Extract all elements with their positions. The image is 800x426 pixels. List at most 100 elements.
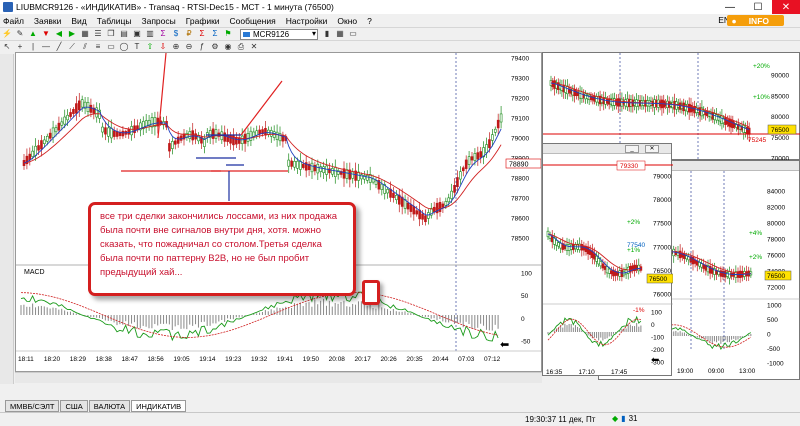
new-order-icon[interactable]: ✎	[15, 29, 25, 39]
list-icon[interactable]: ☰	[93, 29, 103, 39]
candle-body	[599, 261, 603, 267]
candle-body	[412, 206, 416, 215]
camera-icon[interactable]: ◉	[223, 42, 233, 52]
price-tick: 78600	[511, 216, 529, 223]
menu-messages[interactable]: Сообщения	[230, 16, 276, 26]
delete-icon[interactable]: ✕	[249, 42, 259, 52]
candle-body	[235, 136, 238, 145]
horizontal-scrollbar[interactable]	[15, 372, 542, 383]
text-tool-icon[interactable]: T	[132, 42, 142, 52]
mid-time-tick: 17:10	[579, 369, 596, 376]
mid-price-tick: 78000	[653, 197, 671, 204]
time-tick: 20:35	[406, 356, 423, 363]
br-price-tick: 76000	[767, 253, 785, 260]
sell-icon[interactable]: ▼	[41, 29, 51, 39]
menu-window[interactable]: Окно	[337, 16, 357, 26]
buy-icon[interactable]: ▲	[28, 29, 38, 39]
close-button[interactable]: ✕	[772, 0, 800, 14]
settings-icon[interactable]: ⚙	[210, 42, 220, 52]
middle-scroll-end-button[interactable]: ⬅	[651, 355, 659, 366]
money-icon[interactable]: ₽	[184, 29, 194, 39]
chart-window-middle[interactable]: _ ✕ 79000 78000 77500 77000 76500 76000 79330…	[542, 143, 674, 376]
br-price-tick: 78000	[767, 237, 785, 244]
crosshair-icon[interactable]: +	[15, 42, 25, 52]
candle-body	[264, 128, 267, 136]
middle-close-button[interactable]: ✕	[645, 145, 659, 153]
tab-micex[interactable]: ММВБ/СЭЛТ	[5, 400, 60, 412]
sum-red-icon[interactable]: Σ	[197, 29, 207, 39]
zoom-out-icon[interactable]: ⊖	[184, 42, 194, 52]
br-time-tick: 19:00	[677, 368, 694, 375]
table-icon[interactable]: ▦	[80, 29, 90, 39]
candle-body	[563, 245, 567, 250]
copy-icon[interactable]: ❐	[106, 29, 116, 39]
connect-icon[interactable]: ⚡	[2, 29, 12, 39]
candle-body	[584, 246, 588, 252]
print-icon[interactable]: ⎙	[236, 42, 246, 52]
tab-currency[interactable]: ВАЛЮТА	[88, 400, 131, 412]
candle-body	[693, 259, 697, 264]
forward-icon[interactable]: ▶	[67, 29, 77, 39]
arrow-up-icon[interactable]: ⇧	[145, 42, 155, 52]
ray-icon[interactable]: ⟋	[67, 42, 77, 52]
sum-blue-icon[interactable]: Σ	[210, 29, 220, 39]
candle-body	[415, 210, 419, 215]
menu-requests[interactable]: Запросы	[141, 16, 175, 26]
indicator-icon[interactable]: ƒ	[197, 42, 207, 52]
flag-icon[interactable]: ⚑	[223, 29, 233, 39]
tab-usa[interactable]: США	[60, 400, 88, 412]
tab-indicative[interactable]: ИНДИКАТИВ	[131, 400, 187, 412]
info-button[interactable]: ● INFO	[726, 15, 784, 26]
price-tick: 78500	[511, 236, 529, 243]
time-tick: 19:23	[225, 356, 242, 363]
tr-price-tag: 76500	[771, 127, 789, 134]
fibonacci-icon[interactable]: ≡	[93, 42, 103, 52]
dollar-icon[interactable]: $	[171, 29, 181, 39]
grid-icon[interactable]: ▦	[335, 29, 345, 39]
trend-line-icon[interactable]: ╱	[54, 42, 64, 52]
menu-view[interactable]: Вид	[71, 16, 86, 26]
menu-charts[interactable]: Графики	[186, 16, 220, 26]
chart-icon[interactable]: ▥	[145, 29, 155, 39]
candle-body	[444, 201, 448, 206]
candle-body	[601, 263, 605, 269]
minimize-button[interactable]: —	[716, 0, 744, 14]
sum-icon[interactable]: Σ	[158, 29, 168, 39]
last-price-label: 78890	[509, 162, 529, 169]
br-price-tag: 76500	[767, 273, 785, 280]
menu-tables[interactable]: Таблицы	[97, 16, 132, 26]
candle-body	[409, 204, 413, 212]
menu-orders[interactable]: Заявки	[34, 16, 61, 26]
middle-window-titlebar[interactable]: _ ✕	[543, 144, 671, 154]
vertical-line-icon[interactable]: |	[28, 42, 38, 52]
arrow-down-icon[interactable]: ⇩	[158, 42, 168, 52]
menu-settings[interactable]: Настройки	[286, 16, 328, 26]
document-icon[interactable]: ▤	[119, 29, 129, 39]
scroll-to-end-button[interactable]: ⬅	[500, 338, 509, 351]
bars-icon[interactable]: ▮	[322, 29, 332, 39]
candle-body	[112, 130, 116, 137]
menu-help[interactable]: ?	[367, 16, 372, 26]
candle-body	[559, 242, 562, 249]
portfolio-icon[interactable]: ▣	[132, 29, 142, 39]
account-select[interactable]: MCR9126	[240, 28, 318, 40]
window-icon[interactable]: ▭	[348, 29, 358, 39]
maximize-button[interactable]: ☐	[744, 0, 772, 14]
rectangle-icon[interactable]: ▭	[106, 42, 116, 52]
candle-body	[453, 184, 456, 193]
horizontal-line-icon[interactable]: —	[41, 42, 51, 52]
cursor-icon[interactable]: ↖	[2, 42, 12, 52]
middle-minimize-button[interactable]: _	[625, 145, 639, 153]
candle-body	[293, 160, 296, 168]
menu-file[interactable]: Файл	[3, 16, 24, 26]
ellipse-icon[interactable]: ◯	[119, 42, 129, 52]
candle-body	[496, 119, 500, 129]
candle-body	[43, 139, 46, 144]
time-tick: 20:17	[355, 356, 372, 363]
back-icon[interactable]: ◀	[54, 29, 64, 39]
candle-body	[63, 116, 67, 125]
candle-body	[491, 134, 494, 141]
time-tick: 18:56	[147, 356, 164, 363]
channel-icon[interactable]: ⫽	[80, 42, 90, 52]
zoom-in-icon[interactable]: ⊕	[171, 42, 181, 52]
